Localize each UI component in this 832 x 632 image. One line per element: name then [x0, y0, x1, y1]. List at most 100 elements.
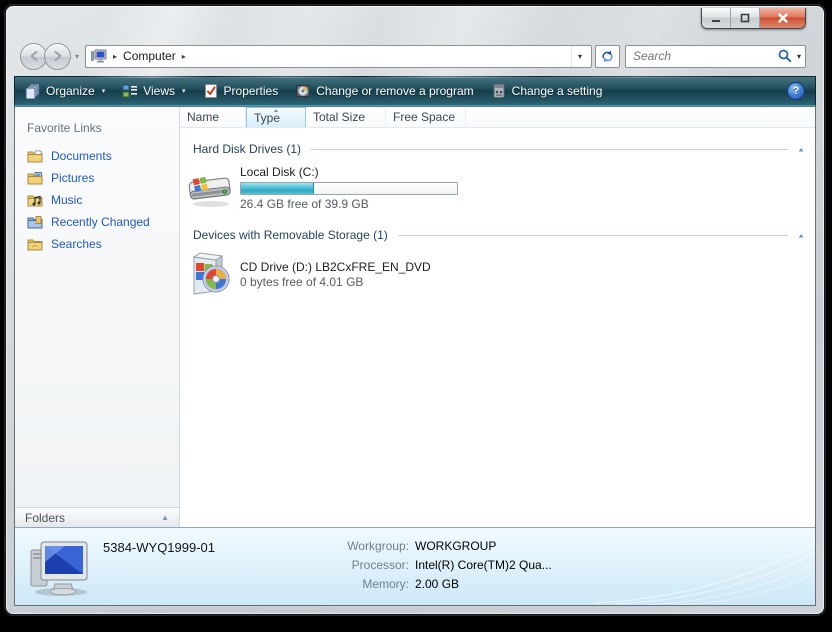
breadcrumb-arrow-icon[interactable]: ▸ — [182, 52, 186, 61]
change-a-setting-button[interactable]: Change a setting — [491, 83, 603, 99]
field-value-workgroup: WORKGROUP — [415, 539, 497, 553]
organize-icon — [25, 83, 40, 99]
column-headers: Name ▲ Type Total Size Free Space — [180, 107, 815, 128]
recent-pages-caret-icon[interactable]: ▾ — [75, 52, 79, 61]
sidebar-item-label: Searches — [51, 237, 102, 251]
change-a-setting-label: Change a setting — [511, 84, 603, 98]
group-divider-line — [397, 234, 789, 236]
folders-expander[interactable]: Folders ▲ — [15, 507, 179, 527]
close-icon — [777, 13, 788, 23]
hard-disk-icon — [188, 176, 231, 207]
pictures-folder-icon — [27, 172, 43, 185]
navigation-pane: Favorite Links Documents Pictures Music … — [15, 107, 180, 527]
back-button[interactable] — [20, 42, 47, 70]
group-collapse-arrow-icon[interactable]: ▲ — [797, 232, 805, 239]
properties-button[interactable]: Properties — [203, 83, 279, 99]
drive-item-cd-drive-d[interactable]: CD Drive (D:) LB2CxFRE_EN_DVD 0 bytes fr… — [186, 249, 815, 297]
views-icon — [122, 84, 138, 98]
sidebar-item-documents[interactable]: Documents — [15, 145, 179, 167]
folders-label: Folders — [25, 510, 66, 525]
sidebar-item-label: Pictures — [51, 171, 95, 185]
group-collapse-arrow-icon[interactable]: ▲ — [797, 146, 805, 153]
file-list-area: Name ▲ Type Total Size Free Space Hard D… — [180, 107, 815, 527]
capacity-bar-fill — [241, 183, 315, 194]
titlebar[interactable] — [6, 6, 824, 40]
views-button[interactable]: Views ▾ — [122, 83, 186, 99]
explorer-window: ▾ ▸ Computer ▸ ▾ Search ▾ Organize ▾ Vie… — [5, 5, 825, 615]
drive-name[interactable]: CD Drive (D:) LB2CxFRE_EN_DVD — [240, 251, 431, 275]
program-disc-icon — [296, 85, 311, 97]
field-label-memory: Memory: — [362, 577, 409, 591]
documents-folder-icon — [27, 150, 43, 163]
address-bar[interactable]: ▸ Computer ▸ ▾ — [85, 44, 592, 68]
maximize-button[interactable] — [731, 8, 760, 28]
drive-name[interactable]: Local Disk (C:) — [240, 165, 458, 180]
navigation-bar: ▾ ▸ Computer ▸ ▾ Search ▾ — [6, 40, 824, 72]
help-button[interactable]: ? — [787, 82, 805, 100]
views-caret-icon: ▾ — [182, 88, 186, 95]
breadcrumb-arrow-icon[interactable]: ▸ — [113, 52, 117, 61]
drive-item-local-disk-c[interactable]: Local Disk (C:) 26.4 GB free of 39.9 GB — [186, 163, 815, 212]
forward-arrow-icon — [54, 51, 61, 61]
sidebar-item-label: Documents — [51, 149, 112, 163]
properties-label: Properties — [223, 84, 279, 98]
nav-history-buttons — [20, 42, 71, 70]
organize-caret-icon: ▾ — [101, 88, 106, 95]
main-area: Favorite Links Documents Pictures Music … — [15, 107, 815, 527]
back-arrow-icon — [30, 51, 37, 61]
change-or-remove-program-button[interactable]: Change or remove a program — [295, 83, 474, 99]
command-toolbar: Organize ▾ Views ▾ Properties Change or … — [14, 76, 816, 106]
field-label-processor: Processor: — [351, 558, 409, 572]
properties-icon — [204, 84, 217, 98]
computer-crumb-icon — [91, 49, 107, 63]
capacity-bar — [240, 182, 458, 195]
column-header-free-space[interactable]: Free Space — [386, 107, 466, 127]
help-question-icon: ? — [792, 85, 800, 97]
search-options-caret-icon[interactable]: ▾ — [797, 52, 801, 61]
search-box: ▾ — [625, 44, 806, 68]
sidebar-item-music[interactable]: Music — [15, 189, 179, 211]
field-value-memory: 2.00 GB — [415, 577, 460, 591]
column-header-label: Free Space — [393, 110, 456, 124]
computer-name[interactable]: 5384-WYQ1999-01 — [103, 540, 215, 555]
sidebar-item-searches[interactable]: Searches — [15, 233, 179, 255]
favorite-links-title: Favorite Links — [27, 121, 102, 135]
refresh-icon — [602, 50, 613, 62]
group-header-hard-disk-drives: Hard Disk Drives (1) ▲ — [193, 142, 805, 156]
client-area: Favorite Links Documents Pictures Music … — [14, 106, 816, 606]
minimize-button[interactable] — [702, 8, 731, 28]
minimize-icon — [712, 20, 720, 22]
field-label-workgroup: Workgroup: — [347, 539, 409, 553]
organize-label: Organize — [46, 84, 95, 98]
recently-changed-folder-icon — [27, 216, 43, 229]
details-pane: 5384-WYQ1999-01 Workgroup: WORKGROUP Pro… — [15, 527, 815, 605]
search-icon[interactable] — [777, 48, 793, 64]
sidebar-item-recently-changed[interactable]: Recently Changed — [15, 211, 179, 233]
column-header-name[interactable]: Name — [180, 107, 246, 127]
organize-button[interactable]: Organize ▾ — [25, 83, 105, 99]
change-or-remove-program-label: Change or remove a program — [316, 84, 474, 98]
sidebar-item-label: Recently Changed — [51, 215, 150, 229]
drive-info: CD Drive (D:) LB2CxFRE_EN_DVD 0 bytes fr… — [240, 249, 431, 297]
close-button[interactable] — [760, 8, 805, 28]
address-dropdown-caret-icon[interactable]: ▾ — [570, 45, 588, 67]
swoosh-decoration — [595, 542, 815, 605]
views-label: Views — [143, 84, 176, 98]
drive-free-space-text: 26.4 GB free of 39.9 GB — [240, 197, 369, 211]
search-input[interactable] — [633, 49, 777, 63]
music-folder-icon — [27, 195, 43, 207]
forward-button[interactable] — [44, 42, 71, 70]
group-title[interactable]: Hard Disk Drives (1) — [193, 142, 301, 156]
column-header-total-size[interactable]: Total Size — [306, 107, 386, 127]
maximize-icon — [740, 13, 750, 23]
window-controls — [701, 8, 806, 29]
sidebar-item-pictures[interactable]: Pictures — [15, 167, 179, 189]
searches-folder-icon — [27, 239, 43, 251]
group-title[interactable]: Devices with Removable Storage (1) — [193, 228, 388, 242]
column-header-type[interactable]: ▲ Type — [246, 107, 306, 127]
column-header-label: Name — [187, 110, 220, 124]
drive-free-space-text: 0 bytes free of 4.01 GB — [240, 275, 364, 289]
refresh-button[interactable] — [595, 44, 620, 68]
breadcrumb-computer[interactable]: Computer — [123, 49, 176, 63]
